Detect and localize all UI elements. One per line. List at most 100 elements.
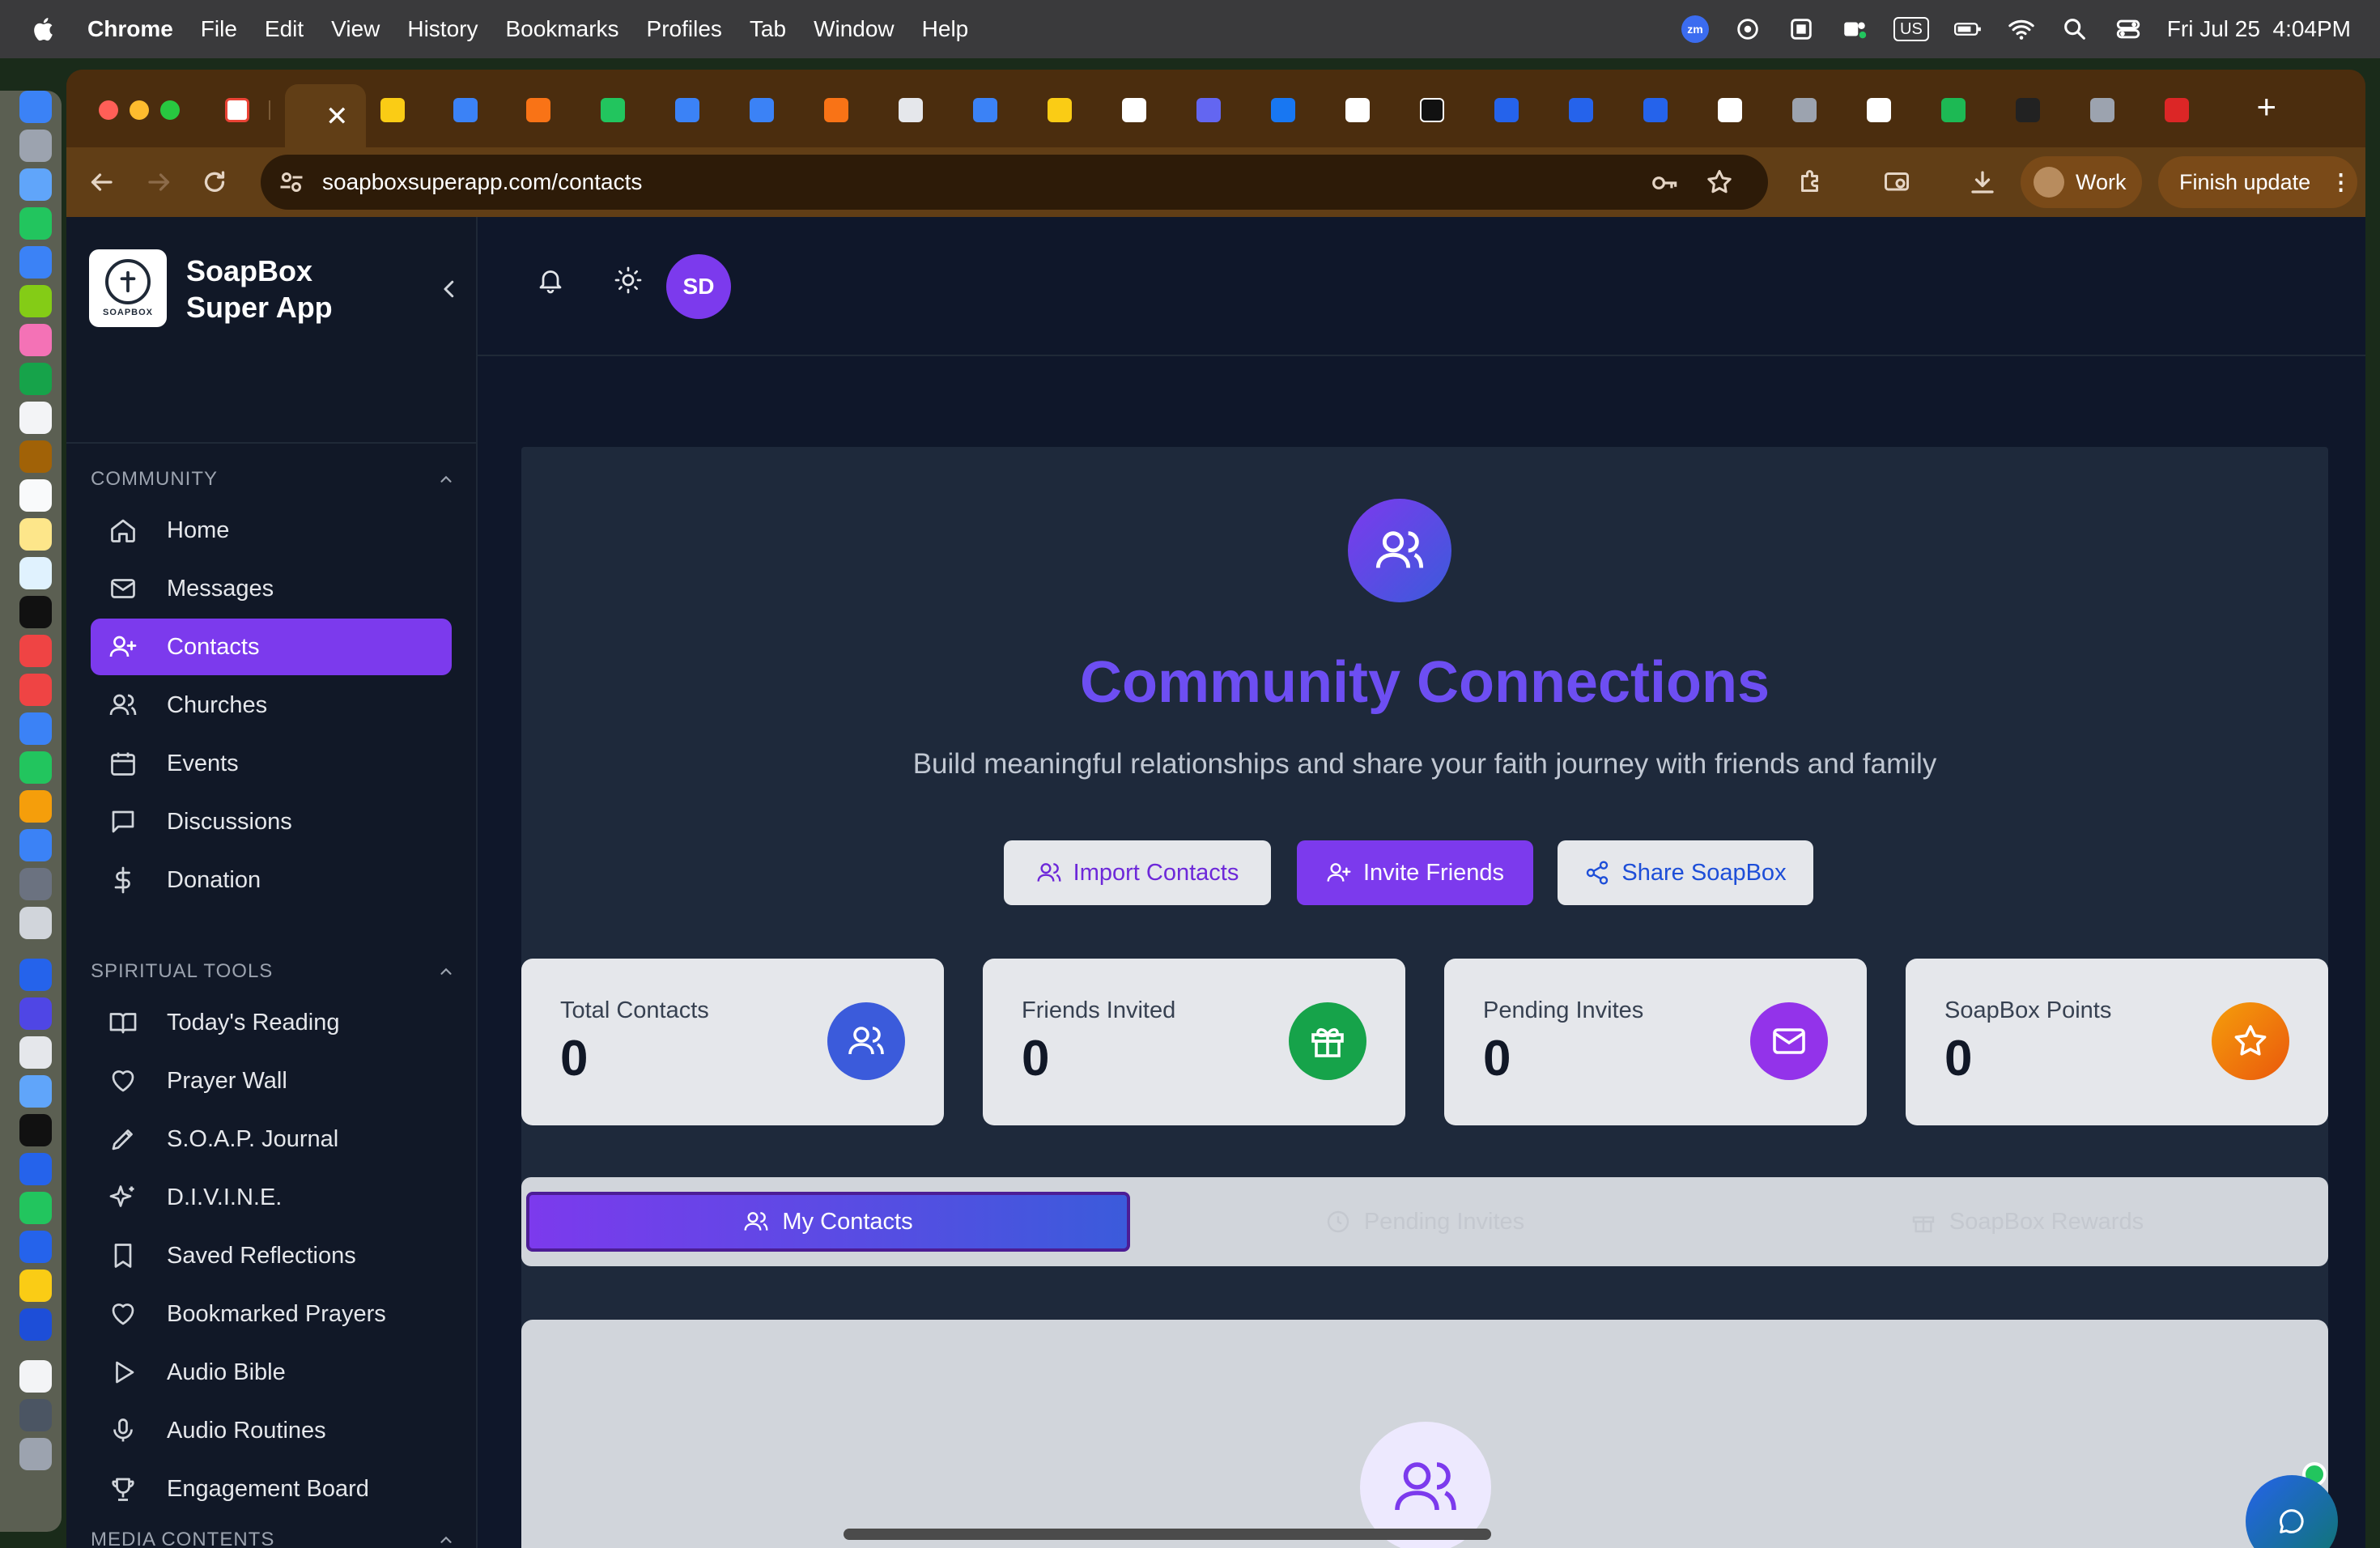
news-dock-icon[interactable] <box>19 674 52 706</box>
finish-update-button[interactable]: Finish update ⋮ <box>2158 156 2357 208</box>
tv-dock-icon[interactable] <box>19 596 52 628</box>
url-text[interactable]: soapboxsuperapp.com/contacts <box>322 169 642 195</box>
new-tab-button[interactable]: + <box>2256 87 2276 126</box>
mailchimp-tab-icon[interactable] <box>1048 98 1072 122</box>
whatsapp-dock-icon[interactable] <box>19 1192 52 1224</box>
share-soapbox-button[interactable]: Share SoapBox <box>1558 840 1813 905</box>
notes-dock-icon[interactable] <box>19 518 52 551</box>
control-center-icon[interactable] <box>2114 15 2143 44</box>
sidebar-item-divine[interactable]: D.I.V.I.N.E. <box>91 1169 452 1226</box>
address-bar[interactable]: soapboxsuperapp.com/contacts <box>261 155 1768 210</box>
sidebar-item-soap-journal[interactable]: S.O.A.P. Journal <box>91 1111 452 1167</box>
openai-tab-icon[interactable] <box>899 98 923 122</box>
minimize-window-button[interactable] <box>130 100 149 120</box>
document-dock-icon[interactable] <box>19 1360 52 1393</box>
terminal-dock-icon[interactable] <box>19 1114 52 1146</box>
maps-dock-icon[interactable] <box>19 285 52 317</box>
google-tab-icon[interactable] <box>1867 98 1891 122</box>
close-window-button[interactable] <box>99 100 118 120</box>
menu-help[interactable]: Help <box>922 16 969 42</box>
remote-desktop-dock-icon[interactable] <box>19 1036 52 1069</box>
onepassword-dock-icon[interactable] <box>19 1308 52 1341</box>
user-avatar[interactable]: SD <box>666 254 731 319</box>
google-docs-tab-icon[interactable] <box>675 98 699 122</box>
menu-window[interactable]: Window <box>814 16 895 42</box>
sidebar-item-audio-bible[interactable]: Audio Bible <box>91 1344 452 1401</box>
docs-dock-icon[interactable] <box>19 1075 52 1108</box>
reload-button[interactable] <box>198 165 232 199</box>
adobe-acrobat-tab-icon[interactable] <box>2165 98 2189 122</box>
sidebar-item-contacts[interactable]: Contacts <box>91 619 452 675</box>
make-tab-icon[interactable] <box>824 98 848 122</box>
forward-button[interactable] <box>142 165 176 199</box>
spotlight-search-icon[interactable] <box>2060 15 2089 44</box>
tab-soapbox-rewards[interactable]: SoapBox Rewards <box>1726 1192 2328 1252</box>
sidebar-item-events[interactable]: Events <box>91 735 452 792</box>
sidebar-item-prayer-wall[interactable]: Prayer Wall <box>91 1053 452 1109</box>
mail-dock-icon[interactable] <box>19 246 52 279</box>
office-icon[interactable] <box>1787 15 1816 44</box>
calendar-dock-icon[interactable] <box>19 402 52 434</box>
menu-app-name[interactable]: Chrome <box>87 16 173 42</box>
contacts-dock-icon[interactable] <box>19 440 52 473</box>
site-settings-icon[interactable] <box>277 168 306 197</box>
password-key-icon[interactable] <box>1650 168 1681 198</box>
wifi-icon[interactable] <box>2007 15 2036 44</box>
sidebar-item-todays-reading[interactable]: Today's Reading <box>91 994 452 1051</box>
sidebar-item-audio-routines[interactable]: Audio Routines <box>91 1402 452 1459</box>
zoom-dock-icon[interactable] <box>19 1231 52 1263</box>
close-tab-icon[interactable]: ✕ <box>325 100 349 133</box>
chrome-dock-icon[interactable] <box>19 1269 52 1302</box>
gmail-tab-icon[interactable] <box>225 98 249 122</box>
messages-dock-icon[interactable] <box>19 207 52 240</box>
zoom-tab-icon[interactable] <box>1643 98 1668 122</box>
zoom-tab-icon[interactable] <box>1494 98 1519 122</box>
facebook-tab-icon[interactable] <box>1271 98 1295 122</box>
apple-icon[interactable] <box>31 15 58 43</box>
tab-pending-invites[interactable]: Pending Invites <box>1124 1192 1726 1252</box>
spotify-tab-icon[interactable] <box>1941 98 1966 122</box>
sidebar-item-churches[interactable]: Churches <box>91 677 452 734</box>
tab-search-button[interactable] <box>1880 165 1914 199</box>
settings-dock-icon[interactable] <box>19 868 52 900</box>
password-manager-icon[interactable] <box>1733 15 1762 44</box>
hubspot-tab-icon[interactable] <box>526 98 550 122</box>
menu-edit[interactable]: Edit <box>265 16 304 42</box>
menu-profiles[interactable]: Profiles <box>647 16 722 42</box>
github-tab-icon[interactable] <box>1420 98 1444 122</box>
signal-dock-icon[interactable] <box>19 1153 52 1185</box>
tab-my-contacts[interactable]: My Contacts <box>526 1192 1130 1252</box>
menu-file[interactable]: File <box>201 16 237 42</box>
maximize-window-button[interactable] <box>160 100 180 120</box>
google-docs-tab-icon[interactable] <box>750 98 774 122</box>
teams-dock-icon[interactable] <box>19 997 52 1030</box>
globe-tab-icon[interactable] <box>2090 98 2114 122</box>
bookmark-star-icon[interactable] <box>1705 168 1734 197</box>
teams-icon[interactable] <box>1840 15 1869 44</box>
sidebar-item-saved-reflections[interactable]: Saved Reflections <box>91 1227 452 1284</box>
collapse-sidebar-icon[interactable] <box>437 277 461 301</box>
web-app-tab-icon[interactable] <box>973 98 997 122</box>
menu-view[interactable]: View <box>331 16 380 42</box>
outlook-dock-icon[interactable] <box>19 959 52 991</box>
keynote-dock-icon[interactable] <box>19 712 52 745</box>
section-header-community[interactable]: COMMUNITY <box>91 463 455 495</box>
horizontal-scrollbar[interactable] <box>844 1529 1491 1540</box>
import-contacts-button[interactable]: Import Contacts <box>1004 840 1271 905</box>
google-drive-tab-icon[interactable] <box>380 98 405 122</box>
preview-dock-icon[interactable] <box>19 907 52 939</box>
reminders-dock-icon[interactable] <box>19 479 52 512</box>
gemini-tab-icon[interactable] <box>1196 98 1221 122</box>
menu-tab[interactable]: Tab <box>750 16 786 42</box>
downloads-button[interactable] <box>1966 165 2000 199</box>
launchpad-dock-icon[interactable] <box>19 130 52 162</box>
pages-dock-icon[interactable] <box>19 790 52 823</box>
invite-friends-button[interactable]: Invite Friends <box>1297 840 1533 905</box>
trash-dock-icon[interactable] <box>19 1438 52 1470</box>
google-tab-icon[interactable] <box>1345 98 1370 122</box>
back-button[interactable] <box>84 165 118 199</box>
menu-history[interactable]: History <box>407 16 478 42</box>
section-header-media-contents[interactable]: MEDIA CONTENTS <box>91 1524 455 1548</box>
google-sheets-tab-icon[interactable] <box>601 98 625 122</box>
screenshot-dock-icon[interactable] <box>19 1399 52 1431</box>
